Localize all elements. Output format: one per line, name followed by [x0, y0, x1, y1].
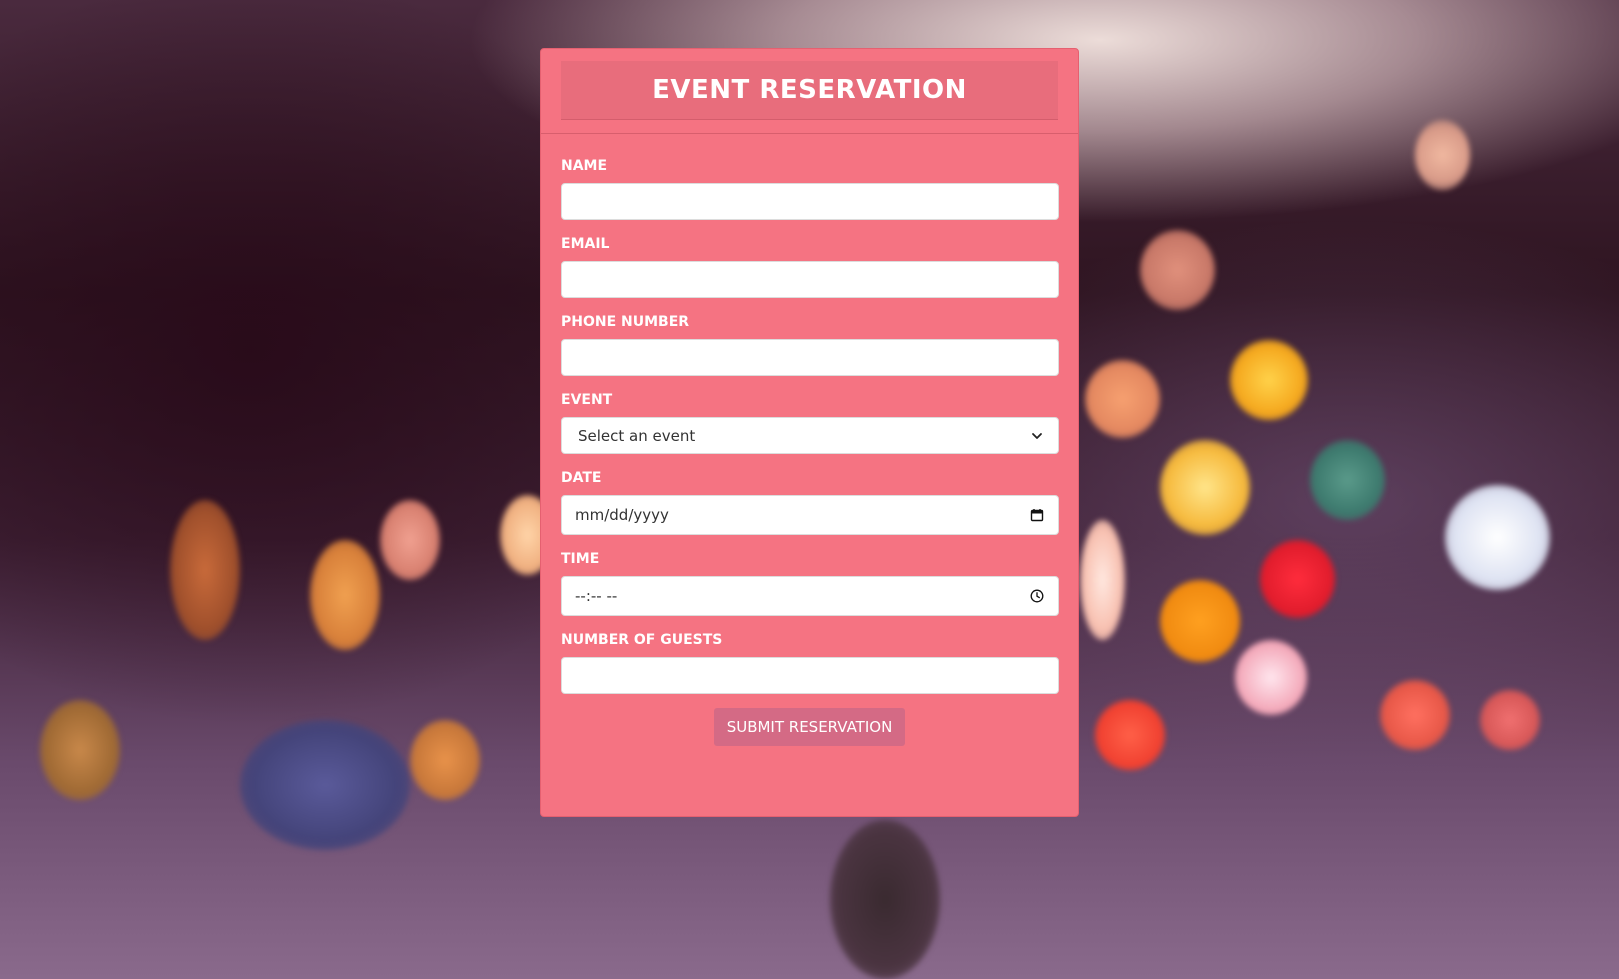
submit-wrapper: SUBMIT RESERVATION	[561, 708, 1058, 746]
bokeh-light	[1230, 340, 1308, 420]
guests-label: NUMBER OF GUESTS	[561, 632, 723, 648]
form-header: EVENT RESERVATION	[561, 61, 1058, 120]
bokeh-light	[40, 700, 120, 800]
date-label: DATE	[561, 470, 602, 486]
bokeh-light	[1080, 520, 1125, 640]
date-field-group: DATE mm/dd/yyyy	[561, 468, 1059, 535]
clock-icon[interactable]	[1029, 588, 1045, 604]
bokeh-light	[1380, 680, 1450, 750]
phone-input[interactable]	[561, 339, 1059, 376]
bokeh-light	[830, 820, 940, 979]
phone-label: PHONE NUMBER	[561, 314, 690, 330]
name-field-group: NAME	[561, 156, 1059, 220]
time-field-group: TIME --:-- --	[561, 549, 1059, 616]
chevron-down-icon	[1029, 428, 1045, 444]
bokeh-light	[1445, 485, 1550, 590]
event-label: EVENT	[561, 392, 613, 408]
reservation-form-card: EVENT RESERVATION NAME EMAIL PHONE NUMBE…	[540, 48, 1079, 817]
time-input[interactable]: --:-- --	[561, 576, 1059, 616]
email-input[interactable]	[561, 261, 1059, 298]
bokeh-light	[380, 500, 440, 580]
guests-input[interactable]	[561, 657, 1059, 694]
date-placeholder: mm/dd/yyyy	[575, 506, 669, 524]
event-select[interactable]: Select an event	[561, 417, 1059, 454]
event-field-group: EVENT Select an event	[561, 390, 1059, 454]
email-text-entry[interactable]	[575, 262, 1045, 297]
name-input[interactable]	[561, 183, 1059, 220]
phone-text-entry[interactable]	[575, 340, 1045, 375]
date-input[interactable]: mm/dd/yyyy	[561, 495, 1059, 535]
bokeh-light	[1095, 700, 1165, 770]
time-label: TIME	[561, 551, 600, 567]
name-label: NAME	[561, 158, 608, 174]
submit-reservation-button[interactable]: SUBMIT RESERVATION	[713, 708, 906, 746]
name-text-entry[interactable]	[575, 184, 1045, 219]
email-label: EMAIL	[561, 236, 610, 252]
bokeh-light	[1140, 230, 1215, 310]
guests-field-group: NUMBER OF GUESTS	[561, 630, 1059, 694]
bokeh-light	[1160, 580, 1240, 662]
calendar-icon[interactable]	[1029, 507, 1045, 523]
page-title: EVENT RESERVATION	[652, 75, 967, 105]
bokeh-light	[1235, 640, 1307, 715]
time-placeholder: --:-- --	[575, 587, 618, 605]
bokeh-light	[410, 720, 480, 800]
bokeh-light	[1415, 120, 1470, 190]
bokeh-light	[170, 500, 240, 640]
event-selected-value: Select an event	[578, 426, 696, 445]
email-field-group: EMAIL	[561, 234, 1059, 298]
bokeh-light	[1085, 360, 1160, 438]
reservation-form: NAME EMAIL PHONE NUMBER EVENT Select an …	[541, 134, 1078, 746]
bokeh-light	[240, 720, 410, 850]
bokeh-light	[1260, 540, 1335, 618]
bokeh-light	[1480, 690, 1540, 750]
bokeh-light	[310, 540, 380, 650]
bokeh-light	[1160, 440, 1250, 535]
bokeh-light	[1310, 440, 1385, 520]
phone-field-group: PHONE NUMBER	[561, 312, 1059, 376]
guests-number-entry[interactable]	[575, 658, 1045, 693]
